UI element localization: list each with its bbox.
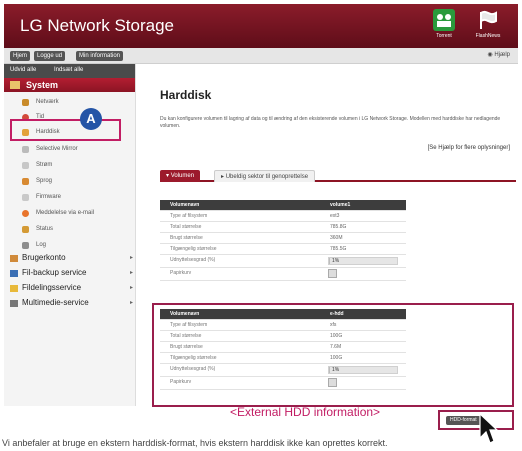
flashnews-app-label: FlashNews — [475, 33, 501, 39]
network-icon — [22, 99, 29, 106]
table-header: Volumenavn e-hdd — [160, 309, 406, 320]
chevron-right-icon: ▸ — [130, 255, 134, 261]
external-hdd-caption: <External HDD information> — [230, 405, 381, 419]
sidebar-group-system[interactable]: System — [4, 78, 135, 92]
tab-volume[interactable]: ▾ Volumen — [160, 170, 201, 182]
torrent-app-label: Torrent — [436, 33, 452, 39]
sidebar: Udvid alle Indsæt alle System Netværk Ti… — [4, 64, 136, 406]
table-row: Papirkurv — [160, 377, 406, 390]
multimedia-icon — [10, 300, 18, 307]
my-info-link[interactable]: Min information — [76, 51, 124, 61]
hdd-format-highlight-frame: HDD-format — [438, 410, 514, 430]
table-row: Tilgængelig størrelse 785.5G — [160, 244, 406, 255]
email-icon — [22, 210, 29, 217]
table-row: Total størrelse 785.8G — [160, 222, 406, 233]
recycle-bin-icon[interactable] — [328, 269, 337, 278]
help-link-label: Hjælp — [494, 52, 510, 58]
page-description: Du kan konfigurere volumen til lagring a… — [160, 116, 501, 129]
table-row: Type af filsystem ext3 — [160, 211, 406, 222]
torrent-app-icon[interactable]: Torrent — [424, 9, 464, 39]
harddisk-highlight-frame — [10, 119, 121, 141]
mouse-cursor-icon — [479, 412, 498, 444]
flag-icon — [477, 9, 499, 31]
hdd-format-button[interactable]: HDD-format — [446, 416, 481, 425]
flashnews-app-icon[interactable]: FlashNews — [468, 9, 508, 39]
backup-icon — [10, 270, 18, 277]
usage-progress-bar: 1% — [328, 257, 398, 265]
help-link[interactable]: ◉ Hjælp — [487, 51, 510, 58]
user-icon — [10, 255, 18, 262]
table-row: Brugt størrelse 7.6M — [160, 342, 406, 353]
logout-link[interactable]: Logge ud — [34, 51, 66, 61]
firmware-icon — [22, 194, 29, 201]
mirror-icon — [22, 146, 29, 153]
collapse-all-button[interactable]: Indsæt alle — [54, 67, 83, 73]
log-icon — [22, 242, 29, 249]
tab-bar: ▾ Volumen ▸ Ubeldig sektor til genoprett… — [160, 170, 516, 182]
tab-bad-sector-label: Ubeldig sektor til genoprettelse — [225, 174, 309, 180]
internal-volume-table: Volumenavn volume1 Type af filsystem ext3 … — [160, 200, 406, 281]
app-title: LG Network Storage — [20, 16, 175, 35]
top-nav-bar: Hjem Logge ud Min information ◉ Hjælp — [4, 48, 518, 64]
table-row: Udnyttelsesgrad (%) 1% — [160, 364, 406, 377]
callout-badge: A — [80, 108, 102, 130]
status-icon — [22, 226, 29, 233]
torrent-icon — [433, 9, 455, 31]
table-row: Total størrelse 100G — [160, 331, 406, 342]
expand-all-button[interactable]: Udvid alle — [10, 67, 36, 73]
table-row: Brugt størrelse 360M — [160, 233, 406, 244]
external-volume-table: Volumenavn e-hdd Type af filsystem xfs Tot… — [160, 309, 406, 390]
tab-bad-sector-recovery[interactable]: ▸ Ubeldig sektor til genoprettelse — [214, 170, 316, 182]
chevron-right-icon: ▸ — [130, 300, 134, 306]
chevron-right-icon: ▸ — [130, 270, 134, 276]
sidebar-controls: Udvid alle Indsæt alle — [4, 64, 135, 78]
table-row: Tilgængelig størrelse 100G — [160, 353, 406, 364]
sidebar-group-label: System — [26, 80, 59, 90]
table-row: Papirkurv — [160, 268, 406, 281]
language-icon — [22, 178, 29, 185]
table-header: Volumenavn volume1 — [160, 200, 406, 211]
table-row: Udnyttelsesgrad (%) 1% — [160, 255, 406, 268]
footer-note: Vi anbefaler at bruge en ekstern harddis… — [2, 438, 388, 448]
usage-progress-bar: 1% — [328, 366, 398, 374]
page-title: Harddisk — [160, 88, 212, 102]
app-header: LG Network Storage Torrent FlashNews — [4, 4, 518, 48]
chevron-right-icon: ▸ — [130, 285, 134, 291]
table-row: Type af filsystem xfs — [160, 320, 406, 331]
power-icon — [22, 162, 29, 169]
help-more-link[interactable]: [Se Hjælp for flere oplysninger] — [428, 145, 510, 151]
sharing-icon — [10, 285, 18, 292]
system-icon — [10, 81, 20, 89]
tab-volume-label: Volumen — [170, 173, 195, 179]
recycle-bin-icon[interactable] — [328, 378, 337, 387]
home-link[interactable]: Hjem — [10, 51, 31, 61]
